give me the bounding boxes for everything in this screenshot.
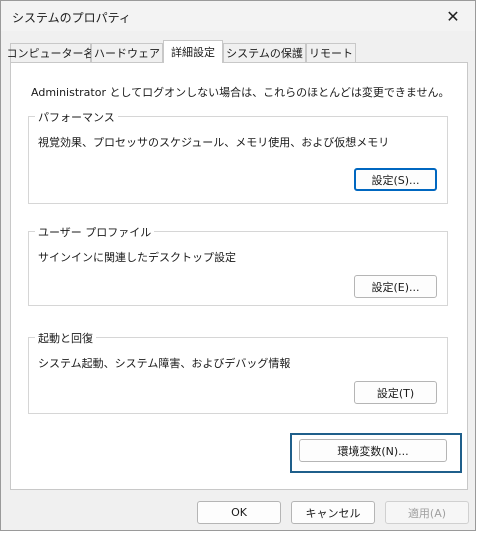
- tab-label: リモート: [309, 47, 353, 60]
- performance-settings-button[interactable]: 設定(S)...: [354, 168, 437, 191]
- ok-button[interactable]: OK: [197, 501, 281, 524]
- startup-recovery-legend: 起動と回復: [35, 330, 96, 346]
- user-profiles-settings-button[interactable]: 設定(E)...: [354, 275, 437, 298]
- user-profiles-group: ユーザー プロファイル サインインに関連したデスクトップ設定 設定(E)...: [28, 224, 448, 306]
- tab-hardware[interactable]: ハードウェア: [91, 43, 163, 62]
- cancel-button[interactable]: キャンセル: [291, 501, 375, 524]
- close-button[interactable]: ✕: [431, 1, 475, 31]
- performance-legend: パフォーマンス: [35, 109, 118, 125]
- tab-advanced[interactable]: 詳細設定: [163, 40, 223, 63]
- performance-group: パフォーマンス 視覚効果、プロセッサのスケジュール、メモリ使用、および仮想メモリ…: [28, 109, 448, 204]
- close-icon: ✕: [446, 6, 460, 26]
- title-bar: システムのプロパティ ✕: [1, 1, 475, 31]
- window-title: システムのプロパティ: [12, 11, 131, 25]
- user-profiles-description: サインインに関連したデスクトップ設定: [38, 251, 236, 264]
- advanced-tab-panel: Administrator としてログオンしない場合は、これらのほとんどは変更で…: [10, 62, 468, 490]
- tab-label: システムの保護: [226, 47, 303, 60]
- startup-recovery-description: システム起動、システム障害、およびデバッグ情報: [38, 357, 291, 370]
- tab-label: コンピューター名: [6, 47, 95, 60]
- performance-description: 視覚効果、プロセッサのスケジュール、メモリ使用、および仮想メモリ: [38, 136, 390, 149]
- tab-computer-name[interactable]: コンピューター名: [7, 43, 95, 62]
- environment-variables-button[interactable]: 環境変数(N)...: [299, 439, 447, 462]
- user-profiles-legend: ユーザー プロファイル: [35, 224, 155, 240]
- admin-note: Administrator としてログオンしない場合は、これらのほとんどは変更で…: [31, 86, 450, 99]
- tab-system-protection[interactable]: システムの保護: [223, 43, 306, 62]
- apply-button[interactable]: 適用(A): [385, 501, 469, 524]
- system-properties-dialog: システムのプロパティ ✕ コンピューター名 ハードウェア 詳細設定 システムの保…: [0, 0, 476, 531]
- startup-recovery-group: 起動と回復 システム起動、システム障害、およびデバッグ情報 設定(T): [28, 330, 448, 414]
- tab-remote[interactable]: リモート: [306, 43, 356, 62]
- tab-label: 詳細設定: [171, 46, 215, 59]
- startup-recovery-settings-button[interactable]: 設定(T): [354, 381, 437, 404]
- tab-label: ハードウェア: [94, 47, 160, 60]
